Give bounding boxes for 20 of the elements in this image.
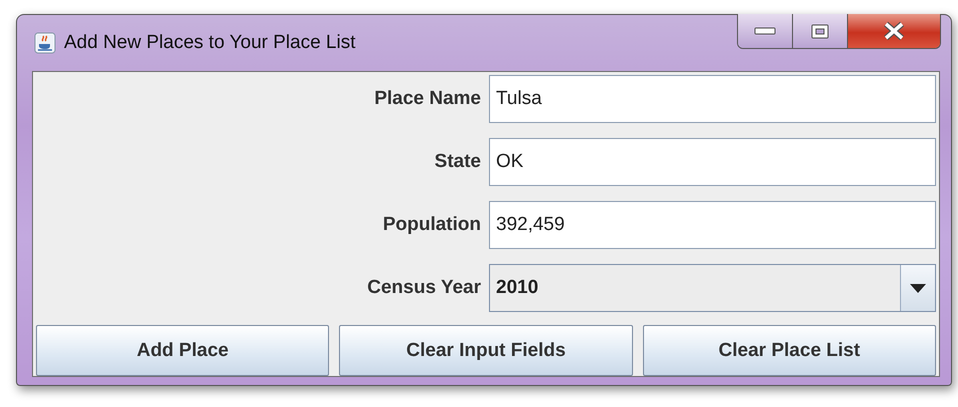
window-title: Add New Places to Your Place List — [64, 32, 356, 54]
close-button[interactable] — [848, 14, 940, 48]
field-label: Place Name — [373, 88, 482, 110]
field-label: Population — [382, 214, 482, 236]
minimize-icon — [754, 27, 776, 35]
caret-icon — [910, 284, 926, 292]
field-label: State — [434, 151, 482, 173]
maximize-button[interactable] — [793, 14, 848, 48]
close-icon — [882, 21, 906, 41]
input-field[interactable]: 392,459 — [489, 201, 936, 249]
minimize-button[interactable] — [738, 14, 793, 48]
coffee-cup-icon — [34, 32, 56, 54]
input-field[interactable]: Tulsa — [489, 75, 936, 123]
input-field[interactable]: OK — [489, 138, 936, 186]
action-button[interactable]: Add Place — [36, 325, 330, 376]
field-label: Census Year — [366, 277, 482, 299]
action-button[interactable]: Clear Place List — [642, 325, 936, 376]
maximize-icon — [811, 24, 829, 38]
year-dropdown[interactable]: 2010 — [489, 264, 936, 312]
action-button[interactable]: Clear Input Fields — [339, 325, 633, 376]
